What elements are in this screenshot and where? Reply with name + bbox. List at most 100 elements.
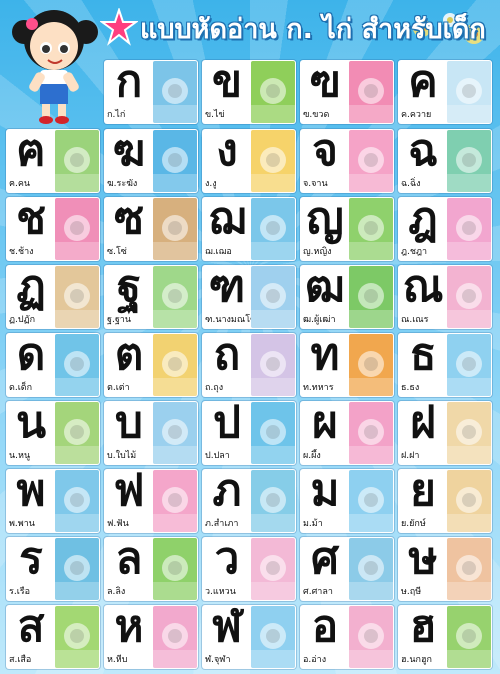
- card-letter: ช: [16, 197, 46, 244]
- card-word: ษ.ฤษี: [401, 587, 422, 597]
- card-word: ห.หีบ: [107, 655, 128, 665]
- giant-icon: [447, 470, 491, 532]
- card-letter: ษ: [408, 537, 438, 584]
- card-word: ถ.ถุง: [205, 383, 224, 393]
- letter-card: หห.หีบ: [104, 605, 198, 669]
- card-word: ว.แหวน: [205, 587, 236, 597]
- card-word: ฝ.ฝา: [401, 451, 420, 461]
- letter-card: ขข.ไข่: [202, 60, 296, 124]
- card-letter: ส: [17, 605, 45, 652]
- card-letter: ซ: [114, 197, 144, 244]
- card-letter: ฃ: [309, 60, 341, 107]
- card-word: ฆ.ระฆัง: [107, 179, 138, 189]
- owl-icon: [447, 606, 491, 668]
- bee-icon: [349, 402, 393, 464]
- letter-card: งง.งู: [202, 129, 296, 193]
- card-word: ณ.เณร: [401, 315, 429, 325]
- mouse-icon: [55, 402, 99, 464]
- card-letter: พ: [16, 469, 46, 516]
- card-letter: ป: [213, 401, 241, 448]
- crown-icon: [447, 198, 491, 260]
- novice-icon: [447, 266, 491, 328]
- letter-card: ฒฒ.ผู้เฒ่า: [300, 265, 394, 329]
- plates-icon: [349, 130, 393, 192]
- card-letter: ฉ: [408, 129, 438, 176]
- card-letter: ฆ: [112, 129, 146, 176]
- card-word: ฏ.ปฏัก: [9, 315, 36, 325]
- basin-icon: [349, 606, 393, 668]
- card-word: ฟ.ฟัน: [107, 519, 129, 529]
- chain-icon: [153, 198, 197, 260]
- monkey-icon: [153, 538, 197, 600]
- card-word: น.หนู: [9, 451, 31, 461]
- card-word: ฉ.ฉิ่ง: [401, 179, 421, 189]
- card-word: ฅ.คน: [9, 179, 31, 189]
- letter-card: ณณ.เณร: [398, 265, 492, 329]
- tooth-icon: [153, 470, 197, 532]
- letter-card: ซซ.โซ่: [104, 197, 198, 261]
- fish-icon: [251, 402, 295, 464]
- letter-card: ญญ.หญิง: [300, 197, 394, 261]
- letter-card: ศศ.ศาลา: [300, 537, 394, 601]
- letter-card: จจ.จาน: [300, 129, 394, 193]
- card-word: ฎ.ชฎา: [401, 247, 428, 257]
- card-letter: ฝ: [410, 401, 436, 448]
- elder-icon: [349, 266, 393, 328]
- card-word: ฃ.ขวด: [303, 110, 330, 120]
- card-letter: อ: [311, 605, 339, 652]
- card-letter: ณ: [402, 265, 444, 312]
- card-word: พ.พาน: [9, 519, 35, 529]
- card-word: ย.ยักษ์: [401, 519, 426, 529]
- card-letter: ง: [216, 129, 238, 176]
- card-word: ช.ช้าง: [9, 247, 34, 257]
- star-icon: [98, 6, 140, 46]
- card-letter: ถ: [213, 333, 241, 380]
- letter-card: ออ.อ่าง: [300, 605, 394, 669]
- card-word: ต.เต่า: [107, 383, 130, 393]
- letter-card: กก.ไก่: [104, 60, 198, 124]
- lid-icon: [447, 402, 491, 464]
- letter-card: ฉฉ.ฉิ่ง: [398, 129, 492, 193]
- letter-card: วว.แหวน: [202, 537, 296, 601]
- leaf-icon: [153, 402, 197, 464]
- letter-card: นน.หนู: [6, 401, 100, 465]
- star-kite-icon: [251, 606, 295, 668]
- card-word: ฒ.ผู้เฒ่า: [303, 315, 336, 325]
- card-letter: ฑ: [208, 265, 246, 312]
- ring-icon: [251, 538, 295, 600]
- tray-icon: [55, 470, 99, 532]
- letter-card: ทท.ทหาร: [300, 333, 394, 397]
- letter-card: ฟฟ.ฟัน: [104, 469, 198, 533]
- letter-card: บบ.ใบไม้: [104, 401, 198, 465]
- child-icon: [55, 334, 99, 396]
- card-letter: ล: [115, 537, 143, 584]
- letter-card: ธธ.ธง: [398, 333, 492, 397]
- bag-icon: [251, 334, 295, 396]
- chest-icon: [153, 606, 197, 668]
- card-word: ง.งู: [205, 179, 217, 189]
- card-word: ก.ไก่: [107, 110, 126, 120]
- letter-card: ฆฆ.ระฆัง: [104, 129, 198, 193]
- card-word: ป.ปลา: [205, 451, 230, 461]
- pavilion-icon: [349, 538, 393, 600]
- letter-card: รร.เรือ: [6, 537, 100, 601]
- card-word: ส.เสือ: [9, 655, 32, 665]
- letter-card: มม.ม้า: [300, 469, 394, 533]
- card-letter: ฎ: [408, 197, 438, 244]
- letter-card: ถถ.ถุง: [202, 333, 296, 397]
- card-letter: ฏ: [16, 265, 46, 312]
- card-word: ศ.ศาลา: [303, 587, 333, 597]
- bottles-icon: [349, 61, 393, 123]
- card-word: ฑ.นางมณโฑ: [205, 315, 253, 325]
- boat-icon: [55, 538, 99, 600]
- card-letter: ญ: [306, 197, 344, 244]
- card-word: ร.เรือ: [9, 587, 31, 597]
- card-word: ม.ม้า: [303, 519, 323, 529]
- card-word: ท.ทหาร: [303, 383, 334, 393]
- page-title: แบบหัดอ่าน ก. ไก่ สำหรับเด็ก: [140, 14, 486, 45]
- letter-card: คค.ควาย: [398, 60, 492, 124]
- letter-card: ฑฑ.นางมณโฑ: [202, 265, 296, 329]
- girl-mascot-illustration: [2, 2, 106, 124]
- card-letter: ร: [19, 537, 43, 584]
- junk-ship-icon: [251, 470, 295, 532]
